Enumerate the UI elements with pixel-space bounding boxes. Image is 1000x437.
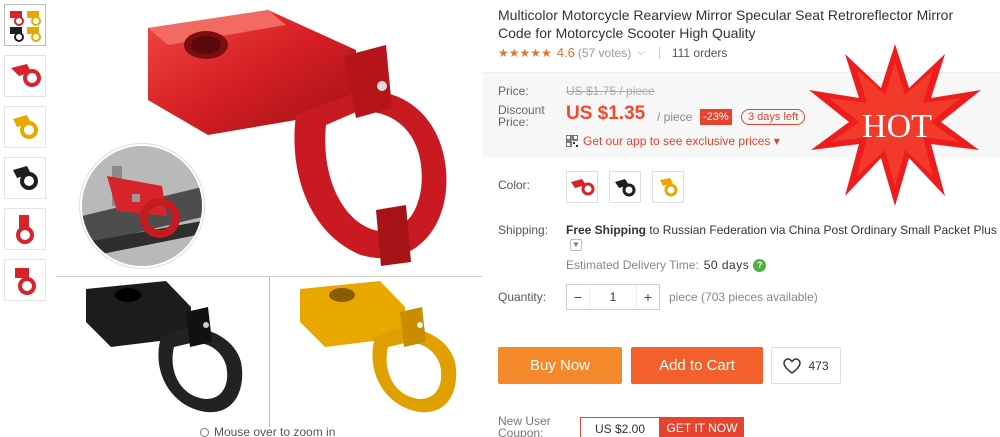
magnifier-icon: [200, 428, 209, 437]
shipping-label: Shipping:: [498, 223, 549, 237]
thumbnail-black[interactable]: [4, 157, 46, 199]
install-photo-inset: [80, 144, 204, 268]
thumbnail-red[interactable]: [4, 55, 46, 97]
color-label: Color:: [498, 178, 531, 192]
sub-image-row: [56, 276, 483, 427]
orders-count: 111 orders: [671, 45, 728, 60]
buy-now-button[interactable]: Buy Now: [498, 347, 622, 384]
black-variant-image[interactable]: [56, 277, 269, 427]
votes-link[interactable]: (57 votes): [578, 46, 631, 60]
thumbnail-gold-image: [13, 115, 38, 139]
rating-value: 4.6: [556, 45, 575, 60]
rating-row: ★★★★★ 4.6 (57 votes) ⌵ 111 orders: [498, 45, 727, 60]
red-swatch-image: [571, 179, 595, 196]
help-icon[interactable]: ?: [753, 258, 767, 272]
gold-variant-image[interactable]: [270, 277, 483, 427]
quantity-label: Quantity:: [498, 290, 547, 304]
wishlist-button[interactable]: 473: [771, 347, 841, 384]
product-gallery: Mouse over to zoom in: [56, 0, 482, 437]
thumbnail-multicolor[interactable]: [4, 4, 46, 46]
color-option-red[interactable]: [566, 171, 598, 203]
thumbnail-red-side-image: [16, 215, 34, 244]
quantity-stepper: − 1 +: [566, 284, 660, 310]
qr-code-icon: [566, 135, 578, 147]
coupon-label: New User Coupon:: [498, 414, 551, 437]
thumbnail-red-angle-image: [15, 268, 36, 295]
shipping-destination[interactable]: Russian Federation via China Post Ordina…: [663, 223, 997, 237]
thumbnail-black-image: [13, 166, 38, 190]
thumbnail-gold[interactable]: [4, 106, 46, 148]
hot-badge: HOT: [809, 44, 981, 206]
gold-swatch-image: [660, 178, 678, 197]
color-option-black[interactable]: [609, 171, 641, 203]
app-prices-link[interactable]: Get our app to see exclusive prices ▾: [566, 134, 780, 148]
shipping-options-toggle[interactable]: ▼: [570, 239, 582, 251]
discount-badge: -23%: [700, 109, 732, 125]
color-option-gold[interactable]: [652, 171, 684, 203]
wishlist-count: 473: [808, 358, 829, 373]
delivery-estimate-label: Estimated Delivery Time:: [566, 258, 699, 272]
coupon-value: US $2.00: [580, 417, 660, 437]
shipping-to-text: to: [646, 223, 663, 237]
discount-price-label: Discount Price:: [498, 103, 545, 129]
black-swatch-image: [615, 179, 636, 197]
chevron-down-icon[interactable]: ⌵: [637, 47, 645, 58]
zoom-hint: Mouse over to zoom in: [200, 425, 335, 437]
days-left-badge: 3 days left: [741, 109, 806, 125]
thumbnail-multicolor-image: [10, 11, 41, 42]
add-to-cart-button[interactable]: Add to Cart: [631, 347, 763, 384]
get-coupon-button[interactable]: GET IT NOW: [660, 417, 744, 437]
original-price: US $1.75 / piece: [566, 84, 655, 98]
product-title: Multicolor Motorcycle Rearview Mirror Sp…: [498, 7, 954, 41]
delivery-estimate: Estimated Delivery Time: 50 days ?: [566, 258, 767, 272]
per-unit-label: / piece: [657, 110, 693, 124]
app-prices-text: Get our app to see exclusive prices ▾: [583, 134, 780, 148]
rating-divider: [658, 46, 660, 59]
thumbnail-red-image: [11, 64, 41, 87]
delivery-days: 50 days: [703, 258, 750, 272]
quantity-increase-button[interactable]: +: [637, 285, 659, 309]
thumbnail-list: [4, 4, 48, 310]
shipping-info: Free Shipping to Russian Federation via …: [566, 223, 997, 237]
price-label: Price:: [498, 84, 529, 98]
free-shipping-text: Free Shipping: [566, 223, 647, 237]
thumbnail-red-angle[interactable]: [4, 259, 46, 301]
heart-icon: [783, 357, 802, 374]
install-photo-image: [82, 146, 202, 266]
quantity-input[interactable]: 1: [589, 285, 637, 309]
thumbnail-red-side[interactable]: [4, 208, 46, 250]
star-rating-icon: ★★★★★: [498, 45, 552, 60]
quantity-availability: piece (703 pieces available): [669, 290, 818, 304]
current-price: US $1.35: [566, 103, 646, 124]
zoom-hint-text: Mouse over to zoom in: [214, 425, 336, 437]
hot-badge-text: HOT: [862, 108, 932, 145]
quantity-decrease-button[interactable]: −: [567, 285, 589, 309]
